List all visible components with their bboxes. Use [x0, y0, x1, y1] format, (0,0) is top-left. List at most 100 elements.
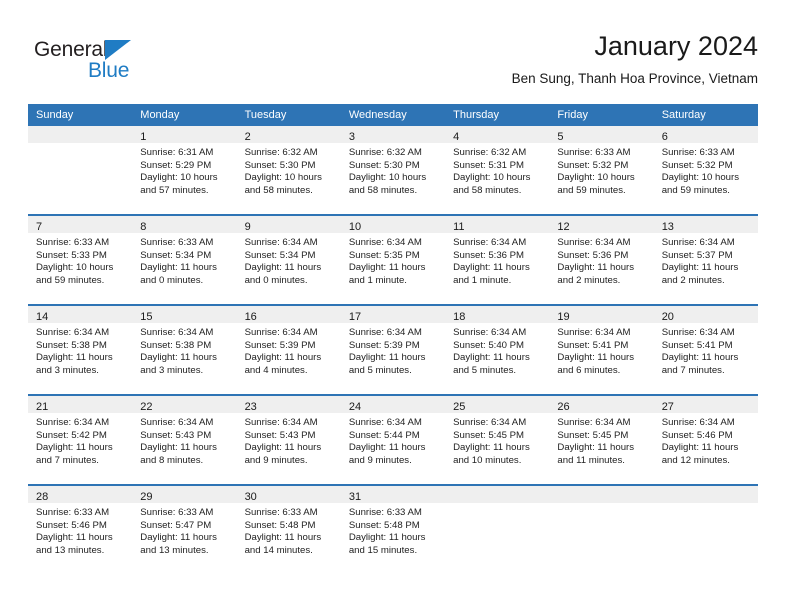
calendar-day-cell[interactable]: 21 Sunrise: 6:34 AM Sunset: 5:42 PM Dayligh…: [28, 396, 133, 484]
sunset-text: Sunset: 5:34 PM: [140, 249, 212, 261]
calendar-day-cell[interactable]: 27 Sunrise: 6:34 AM Sunset: 5:46 PM Dayligh…: [653, 396, 758, 484]
day-number-strip: 25: [445, 396, 550, 413]
sunset-text: Sunset: 5:35 PM: [348, 249, 420, 261]
day-number: 20: [661, 311, 674, 323]
calendar-empty-cell: [445, 486, 550, 574]
day-details: Sunrise: 6:34 AM Sunset: 5:42 PM Daylight:…: [28, 413, 132, 467]
calendar-day-cell[interactable]: 18 Sunrise: 6:34 AM Sunset: 5:40 PM Dayligh…: [445, 306, 550, 394]
calendar-day-cell[interactable]: 15 Sunrise: 6:34 AM Sunset: 5:38 PM Dayligh…: [132, 306, 237, 394]
daylight-text-line1: Daylight: 11 hours: [453, 262, 530, 274]
daylight-text-line2: and 2 minutes.: [557, 274, 621, 286]
daylight-text-line1: Daylight: 11 hours: [453, 352, 530, 364]
day-details: Sunrise: 6:34 AM Sunset: 5:43 PM Daylight:…: [237, 413, 341, 467]
calendar-day-cell[interactable]: 11 Sunrise: 6:34 AM Sunset: 5:36 PM Dayligh…: [445, 216, 550, 304]
day-details: Sunrise: 6:32 AM Sunset: 5:30 PM Daylight:…: [341, 143, 445, 197]
calendar-day-cell[interactable]: 10 Sunrise: 6:34 AM Sunset: 5:35 PM Dayligh…: [340, 216, 446, 304]
calendar-day-cell[interactable]: 17 Sunrise: 6:34 AM Sunset: 5:39 PM Dayligh…: [340, 306, 446, 394]
daylight-text-line1: Daylight: 11 hours: [36, 352, 113, 364]
sunrise-text: Sunrise: 6:34 AM: [661, 327, 735, 338]
sunrise-text: Sunrise: 6:33 AM: [36, 237, 110, 248]
calendar-day-cell[interactable]: 19 Sunrise: 6:34 AM Sunset: 5:41 PM Dayligh…: [549, 306, 654, 394]
day-number-strip: 28: [28, 486, 133, 503]
calendar-day-cell[interactable]: 7 Sunrise: 6:33 AM Sunset: 5:33 PM Daylight…: [28, 216, 133, 304]
day-number: 14: [36, 311, 49, 323]
daylight-text-line1: Daylight: 11 hours: [244, 532, 322, 544]
day-number: 25: [453, 401, 466, 413]
calendar-day-cell[interactable]: 9 Sunrise: 6:34 AM Sunset: 5:34 PM Daylight…: [236, 216, 341, 304]
day-number-strip: 27: [653, 396, 758, 413]
day-number-strip: 22: [132, 396, 237, 413]
calendar-day-cell[interactable]: 12 Sunrise: 6:34 AM Sunset: 5:36 PM Dayligh…: [549, 216, 654, 304]
calendar-day-cell[interactable]: 30 Sunrise: 6:33 AM Sunset: 5:48 PM Dayligh…: [236, 486, 341, 574]
day-details: Sunrise: 6:33 AM Sunset: 5:48 PM Daylight:…: [341, 503, 445, 557]
calendar-day-cell[interactable]: 25 Sunrise: 6:34 AM Sunset: 5:45 PM Dayligh…: [445, 396, 550, 484]
day-number: 12: [557, 221, 570, 233]
calendar-day-cell[interactable]: 28 Sunrise: 6:33 AM Sunset: 5:46 PM Dayligh…: [28, 486, 133, 574]
day-number-strip: 21: [28, 396, 133, 413]
calendar-day-cell[interactable]: 8 Sunrise: 6:33 AM Sunset: 5:34 PM Daylight…: [132, 216, 237, 304]
calendar-day-cell[interactable]: 31 Sunrise: 6:33 AM Sunset: 5:48 PM Dayligh…: [340, 486, 446, 574]
daylight-text-line1: Daylight: 10 hours: [36, 262, 114, 274]
calendar-day-cell[interactable]: 6 Sunrise: 6:33 AM Sunset: 5:32 PM Daylight…: [653, 126, 758, 214]
calendar-day-cell[interactable]: 16 Sunrise: 6:34 AM Sunset: 5:39 PM Dayligh…: [236, 306, 341, 394]
calendar-day-cell[interactable]: 4 Sunrise: 6:32 AM Sunset: 5:31 PM Daylight…: [445, 126, 550, 214]
calendar-day-cell[interactable]: 5 Sunrise: 6:33 AM Sunset: 5:32 PM Daylight…: [549, 126, 654, 214]
daylight-text-line2: and 4 minutes.: [244, 364, 308, 376]
day-number-strip: 10: [340, 216, 446, 233]
calendar-week-row: 7 Sunrise: 6:33 AM Sunset: 5:33 PM Daylight…: [28, 214, 758, 305]
day-details: Sunrise: 6:34 AM Sunset: 5:44 PM Daylight:…: [341, 413, 445, 467]
sunrise-text: Sunrise: 6:32 AM: [244, 147, 318, 158]
sunset-text: Sunset: 5:36 PM: [453, 249, 525, 261]
day-details: Sunrise: 6:34 AM Sunset: 5:38 PM Daylight:…: [132, 323, 236, 377]
calendar-day-cell[interactable]: 13 Sunrise: 6:34 AM Sunset: 5:37 PM Dayligh…: [653, 216, 758, 304]
day-number: 21: [36, 401, 49, 413]
calendar-day-cell[interactable]: 14 Sunrise: 6:34 AM Sunset: 5:38 PM Dayligh…: [28, 306, 133, 394]
sunset-text: Sunset: 5:39 PM: [244, 339, 316, 351]
calendar-day-cell[interactable]: 1 Sunrise: 6:31 AM Sunset: 5:29 PM Daylight…: [132, 126, 237, 214]
sunrise-text: Sunrise: 6:34 AM: [557, 327, 631, 338]
daylight-text-line2: and 1 minute.: [348, 274, 407, 286]
day-number-strip: 20: [653, 306, 758, 323]
daylight-text-line1: Daylight: 10 hours: [348, 172, 427, 184]
calendar-day-cell[interactable]: 3 Sunrise: 6:32 AM Sunset: 5:30 PM Daylight…: [340, 126, 446, 214]
calendar-day-cell[interactable]: 29 Sunrise: 6:33 AM Sunset: 5:47 PM Dayligh…: [132, 486, 237, 574]
day-number-strip: 29: [132, 486, 237, 503]
daylight-text-line1: Daylight: 11 hours: [453, 442, 530, 454]
calendar-week-row: 14 Sunrise: 6:34 AM Sunset: 5:38 PM Dayligh…: [28, 304, 758, 395]
calendar-day-cell[interactable]: 24 Sunrise: 6:34 AM Sunset: 5:44 PM Dayligh…: [340, 396, 446, 484]
day-number: 26: [557, 401, 570, 413]
sunrise-text: Sunrise: 6:34 AM: [557, 417, 631, 428]
day-number: 18: [453, 311, 466, 323]
calendar-day-cell[interactable]: 2 Sunrise: 6:32 AM Sunset: 5:30 PM Daylight…: [236, 126, 341, 214]
day-number-strip: 30: [236, 486, 341, 503]
weekday-header-friday: Friday: [549, 104, 654, 126]
sunset-text: Sunset: 5:46 PM: [36, 519, 107, 531]
day-number-strip: 2: [236, 126, 341, 143]
calendar-day-cell[interactable]: 23 Sunrise: 6:34 AM Sunset: 5:43 PM Dayligh…: [236, 396, 341, 484]
sunrise-text: Sunrise: 6:34 AM: [453, 327, 527, 338]
calendar-empty-cell: [549, 486, 654, 574]
day-number-strip: 12: [549, 216, 654, 233]
day-number-strip: 1: [132, 126, 237, 143]
day-details: Sunrise: 6:34 AM Sunset: 5:40 PM Daylight:…: [445, 323, 549, 377]
day-number: 16: [244, 311, 257, 323]
calendar-day-cell[interactable]: 20 Sunrise: 6:34 AM Sunset: 5:41 PM Dayligh…: [653, 306, 758, 394]
sunset-text: Sunset: 5:36 PM: [557, 249, 629, 261]
daylight-text-line1: Daylight: 10 hours: [140, 172, 218, 184]
calendar-day-cell[interactable]: 22 Sunrise: 6:34 AM Sunset: 5:43 PM Dayligh…: [132, 396, 237, 484]
sunrise-text: Sunrise: 6:33 AM: [348, 507, 422, 518]
daylight-text-line1: Daylight: 11 hours: [661, 262, 739, 274]
day-number-strip: [653, 486, 758, 503]
daylight-text-line2: and 9 minutes.: [348, 454, 412, 466]
day-number-strip: 9: [236, 216, 341, 233]
sunset-text: Sunset: 5:34 PM: [244, 249, 316, 261]
sunrise-text: Sunrise: 6:33 AM: [661, 147, 735, 158]
day-number-strip: 6: [653, 126, 758, 143]
title-block: January 2024 Ben Sung, Thanh Hoa Provinc…: [512, 30, 758, 88]
day-number: 13: [661, 221, 674, 233]
sunset-text: Sunset: 5:38 PM: [140, 339, 212, 351]
calendar-day-cell[interactable]: 26 Sunrise: 6:34 AM Sunset: 5:45 PM Dayligh…: [549, 396, 654, 484]
daylight-text-line2: and 5 minutes.: [453, 364, 517, 376]
daylight-text-line2: and 7 minutes.: [36, 454, 99, 466]
daylight-text-line1: Daylight: 11 hours: [36, 442, 113, 454]
